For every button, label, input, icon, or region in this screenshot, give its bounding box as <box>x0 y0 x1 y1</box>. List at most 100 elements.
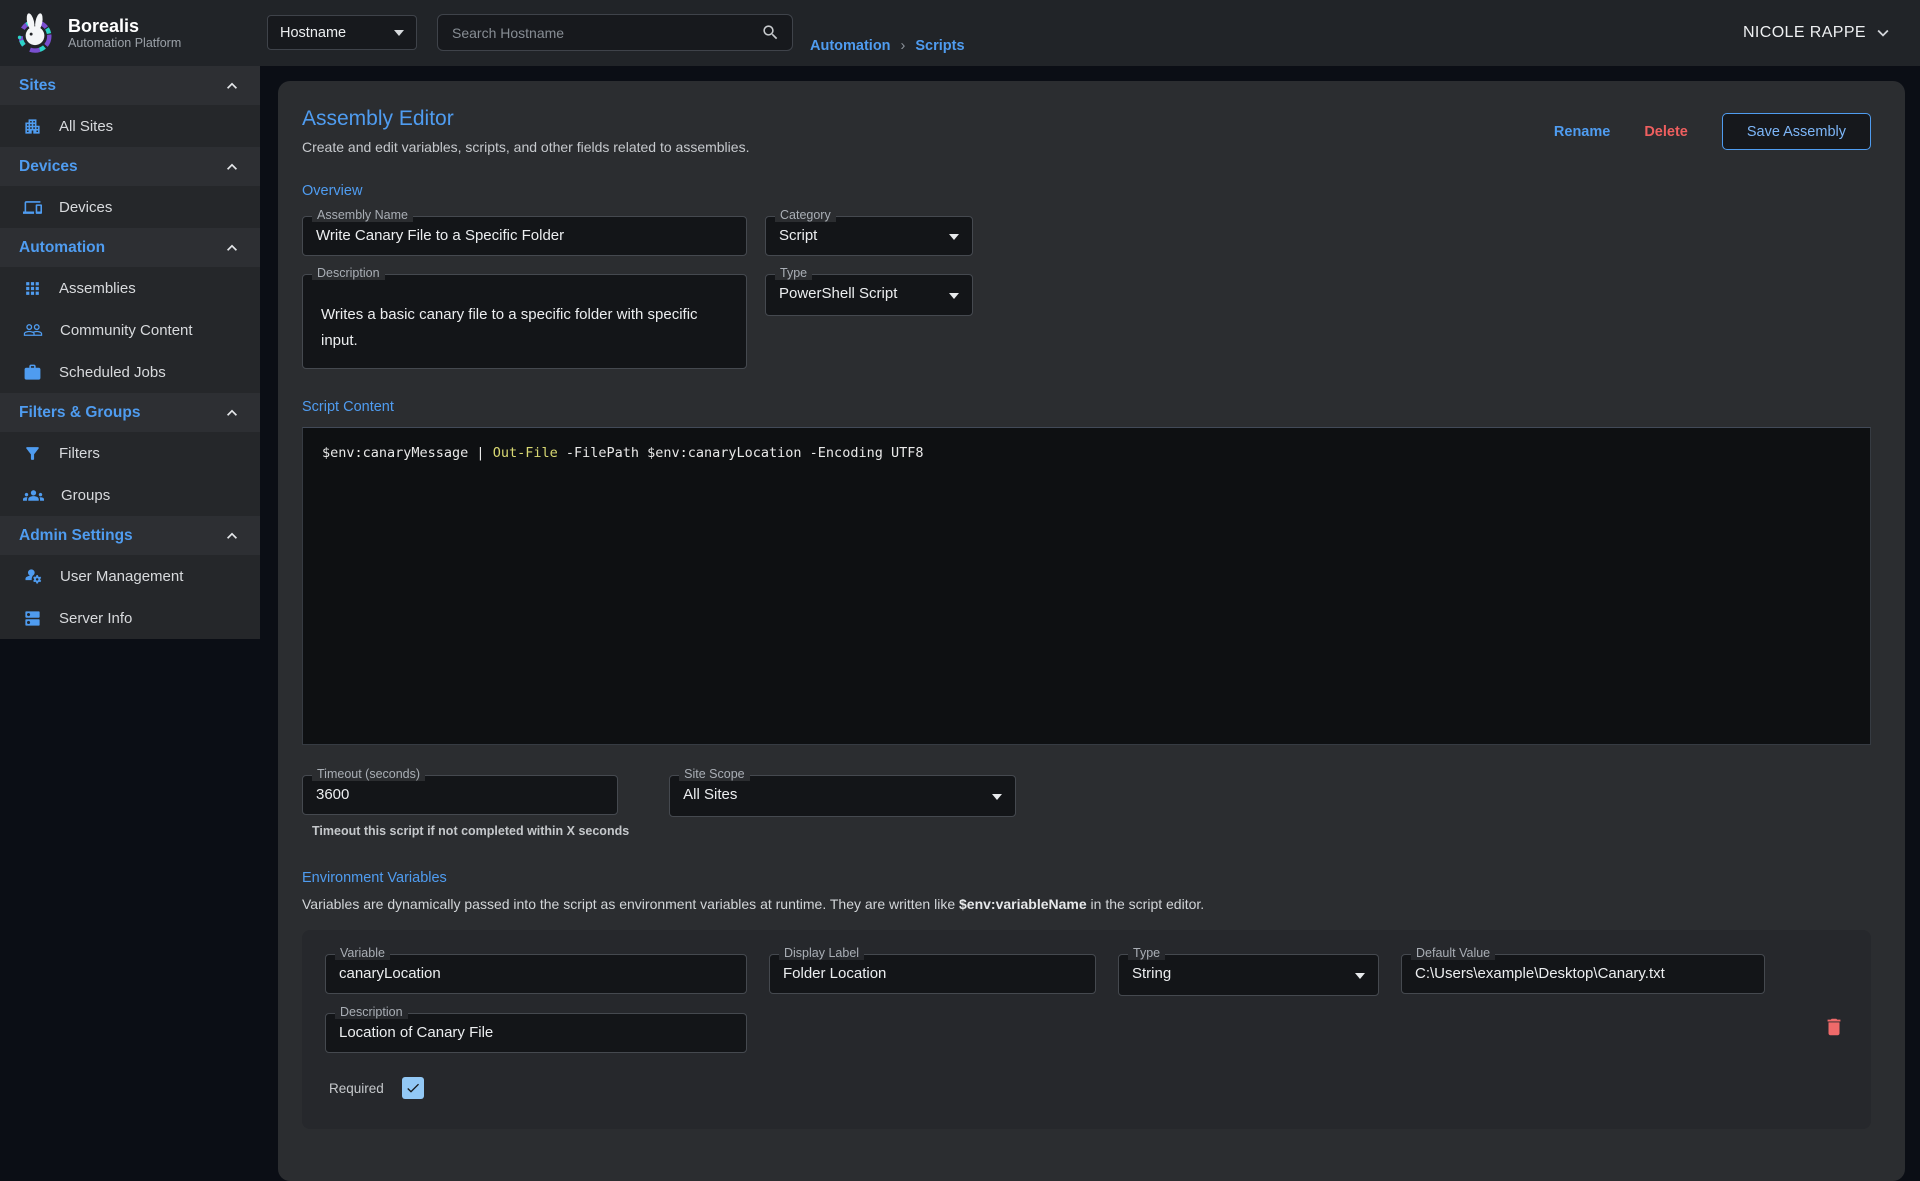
description-label: Description <box>312 266 385 280</box>
description-field[interactable]: Description Writes a basic canary file t… <box>302 274 747 369</box>
user-name: NICOLE RAPPE <box>1743 24 1866 42</box>
timeout-helper-text: Timeout this script if not completed wit… <box>302 824 629 838</box>
devices-icon <box>23 198 42 217</box>
funnel-icon <box>23 444 42 463</box>
building-icon <box>23 117 42 136</box>
sidebar-section-label: Devices <box>19 158 78 176</box>
hostname-dropdown[interactable]: Hostname <box>267 15 417 50</box>
sidebar-item-label: All Sites <box>59 118 113 135</box>
env-variable-row: Variable canaryLocation Display Label Fo… <box>302 930 1871 1129</box>
sidebar-section-filters-groups[interactable]: Filters & Groups <box>0 393 260 432</box>
breadcrumb-automation[interactable]: Automation <box>810 38 891 54</box>
sidebar-section-sites[interactable]: Sites <box>0 66 260 105</box>
hostname-search[interactable] <box>437 14 793 51</box>
sidebar-item-label: Filters <box>59 445 100 462</box>
sidebar-item-label: Assemblies <box>59 280 136 297</box>
variable-name-field[interactable]: Variable canaryLocation <box>325 954 747 994</box>
caret-down-icon <box>949 293 959 299</box>
sidebar-item-filters[interactable]: Filters <box>0 432 260 474</box>
overview-heading: Overview <box>302 183 1871 199</box>
sidebar-item-label: Community Content <box>60 322 193 339</box>
people-icon <box>23 320 43 340</box>
type-label: Type <box>775 266 812 280</box>
sidebar-section-admin-settings[interactable]: Admin Settings <box>0 516 260 555</box>
sidebar-section-label: Sites <box>19 77 56 95</box>
env-var-token: $env:variableName <box>959 896 1087 912</box>
page-subtitle: Create and edit variables, scripts, and … <box>302 139 749 155</box>
sidebar-item-label: Devices <box>59 199 112 216</box>
chevron-up-icon <box>222 76 242 96</box>
caret-down-icon <box>949 234 959 240</box>
main-area: Assembly Editor Create and edit variable… <box>260 66 1920 1080</box>
sidebar-section-automation[interactable]: Automation <box>0 228 260 267</box>
timeout-field[interactable]: Timeout (seconds) 3600 <box>302 775 618 815</box>
required-checkbox[interactable] <box>402 1077 424 1099</box>
script-code-editor[interactable]: $env:canaryMessage | Out-File -FilePath … <box>302 427 1871 745</box>
type-select[interactable]: Type PowerShell Script <box>765 274 973 316</box>
sidebar-section-devices[interactable]: Devices <box>0 147 260 186</box>
delete-button[interactable]: Delete <box>1644 124 1688 140</box>
sidebar-item-groups[interactable]: Groups <box>0 474 260 516</box>
default-value-label: Default Value <box>1411 946 1495 960</box>
sidebar-item-assemblies[interactable]: Assemblies <box>0 267 260 309</box>
default-value-field[interactable]: Default Value C:\Users\example\Desktop\C… <box>1401 954 1765 994</box>
user-gear-icon <box>23 566 43 586</box>
category-select[interactable]: Category Script <box>765 216 973 256</box>
timeout-label: Timeout (seconds) <box>312 767 425 781</box>
caret-down-icon <box>394 30 404 36</box>
variable-name-label: Variable <box>335 946 390 960</box>
variable-type-select[interactable]: Type String <box>1118 954 1379 996</box>
rename-button[interactable]: Rename <box>1554 124 1610 140</box>
sidebar-item-server-info[interactable]: Server Info <box>0 597 260 639</box>
breadcrumb-separator: › <box>901 38 906 54</box>
required-label: Required <box>329 1081 384 1096</box>
brand-name: Borealis <box>68 16 181 37</box>
display-label-label: Display Label <box>779 946 864 960</box>
category-label: Category <box>775 208 836 222</box>
script-content-heading: Script Content <box>302 399 1871 415</box>
sidebar-item-label: Server Info <box>59 610 132 627</box>
display-label-field[interactable]: Display Label Folder Location <box>769 954 1096 994</box>
sidebar-item-devices[interactable]: Devices <box>0 186 260 228</box>
sidebar: Sites All Sites Devices Devices Automati… <box>0 66 260 639</box>
site-scope-label: Site Scope <box>679 767 749 781</box>
sidebar-item-user-management[interactable]: User Management <box>0 555 260 597</box>
search-icon <box>761 23 780 42</box>
sidebar-item-scheduled-jobs[interactable]: Scheduled Jobs <box>0 351 260 393</box>
sidebar-item-label: Scheduled Jobs <box>59 364 166 381</box>
sidebar-item-label: Groups <box>61 487 110 504</box>
page-title: Assembly Editor <box>302 107 749 131</box>
save-assembly-button[interactable]: Save Assembly <box>1722 113 1871 150</box>
top-bar: Borealis Automation Platform Hostname Au… <box>0 0 1920 66</box>
variable-description-label: Description <box>335 1005 408 1019</box>
assembly-name-label: Assembly Name <box>312 208 413 222</box>
env-vars-heading: Environment Variables <box>302 870 1871 886</box>
hostname-dropdown-value: Hostname <box>280 25 346 41</box>
delete-variable-button[interactable] <box>1823 1016 1845 1041</box>
user-menu[interactable]: NICOLE RAPPE <box>1743 0 1894 66</box>
assembly-name-field[interactable]: Assembly Name Write Canary File to a Spe… <box>302 216 747 256</box>
site-scope-select[interactable]: Site Scope All Sites <box>669 775 1016 817</box>
borealis-rabbit-logo-icon <box>13 11 57 55</box>
description-value: Writes a basic canary file to a specific… <box>303 275 746 355</box>
code-cmdlet: Out-File <box>493 445 558 461</box>
groups-icon <box>23 485 44 506</box>
chevron-up-icon <box>222 157 242 177</box>
chevron-up-icon <box>222 238 242 258</box>
trash-icon <box>1823 1016 1845 1038</box>
breadcrumb-scripts[interactable]: Scripts <box>915 38 964 54</box>
briefcase-icon <box>23 363 42 382</box>
chevron-down-icon <box>1872 22 1894 44</box>
sidebar-item-all-sites[interactable]: All Sites <box>0 105 260 147</box>
variable-description-field[interactable]: Description Location of Canary File <box>325 1013 747 1053</box>
brand-subtitle: Automation Platform <box>68 36 181 50</box>
sidebar-section-label: Filters & Groups <box>19 404 140 422</box>
sidebar-item-label: User Management <box>60 568 183 585</box>
search-input[interactable] <box>452 25 761 41</box>
variable-type-label: Type <box>1128 946 1165 960</box>
brand-area: Borealis Automation Platform <box>0 11 260 55</box>
apps-grid-icon <box>23 279 42 298</box>
sidebar-item-community-content[interactable]: Community Content <box>0 309 260 351</box>
chevron-up-icon <box>222 403 242 423</box>
env-vars-description: Variables are dynamically passed into th… <box>302 896 1871 912</box>
